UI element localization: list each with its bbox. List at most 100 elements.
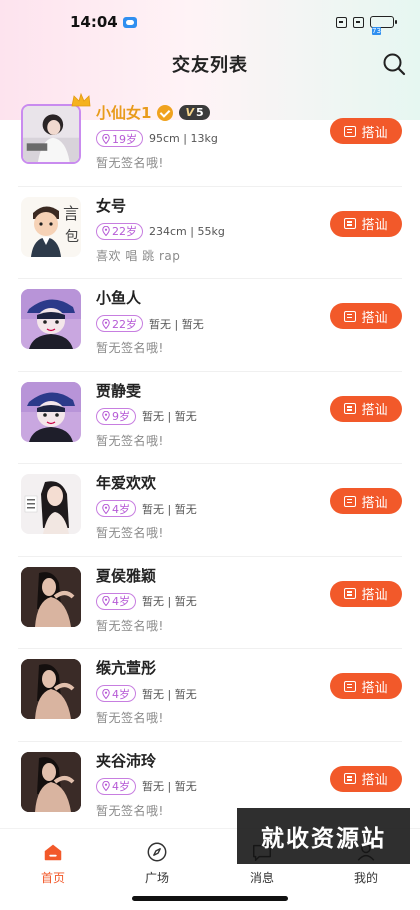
meta-line: 4岁 暂无 | 暂无: [96, 777, 197, 795]
chat-up-button[interactable]: 搭讪: [330, 303, 402, 329]
chat-up-label: 搭讪: [361, 588, 388, 603]
user-name: 小仙女1: [96, 104, 152, 122]
age-badge: 9岁: [96, 407, 136, 425]
cloud-icon: [122, 16, 137, 28]
home-indicator[interactable]: [132, 896, 288, 901]
chat-up-button[interactable]: 搭讪: [330, 488, 402, 514]
age-text: 4岁: [112, 687, 130, 701]
avatar[interactable]: [21, 474, 81, 534]
tab-messages-label: 消息: [249, 871, 274, 885]
signature: 暂无签名哦!: [96, 526, 164, 540]
avatar[interactable]: [21, 751, 81, 812]
height-weight: 95cm | 13kg: [149, 132, 218, 145]
chat-up-button[interactable]: 搭讪: [330, 580, 402, 607]
name-line: 夏侯雅颖: [96, 565, 156, 586]
chat-icon: [344, 588, 357, 599]
name-line: 小鱼人: [96, 287, 141, 308]
height-weight: 234cm | 55kg: [149, 224, 225, 238]
user-name: 小鱼人: [96, 289, 142, 307]
user-row[interactable]: 夏侯雅颖 4岁 暂无 | 暂无 暂无签名哦! 搭讪: [18, 557, 402, 649]
chat-up-button[interactable]: 搭讪: [330, 673, 402, 699]
search-icon[interactable]: [382, 52, 406, 76]
signal-icon: [353, 16, 364, 28]
signature: 暂无签名哦!: [96, 803, 164, 818]
chat-up-button[interactable]: 搭讪: [330, 118, 402, 144]
user-row[interactable]: 贾静雯 9岁 暂无 | 暂无 暂无签名哦! 搭讪: [18, 372, 402, 464]
status-icons: 73: [336, 16, 397, 35]
meta-line: 22岁 暂无 | 暂无: [96, 315, 204, 332]
battery-level: 73: [372, 27, 381, 35]
home-icon: [44, 844, 62, 861]
name-line: 缑亢萱彤: [96, 657, 156, 678]
age-text: 4岁: [112, 780, 130, 793]
user-list: 小仙女1 V 5 19岁 95cm | 13kg 暂无签名哦! 搭讪言包女号 22岁 234cm…: [0, 92, 420, 834]
status-time: 14:04: [70, 13, 118, 31]
avatar[interactable]: [21, 289, 81, 349]
user-row[interactable]: 缑亢萱彤 4岁 暂无 | 暂无暂无签名哦! 搭讪: [18, 649, 402, 742]
avatar[interactable]: [21, 104, 81, 164]
user-row[interactable]: 小鱼人 22岁 暂无 | 暂无 暂无签名哦! 搭讪: [18, 279, 402, 372]
chat-icon: [344, 125, 357, 137]
tab-square-label: 广场: [144, 871, 169, 885]
user-row[interactable]: 言包女号 22岁 234cm | 55kg 喜欢 唱 跳 rap 搭讪: [18, 187, 402, 279]
crown-icon: [71, 92, 91, 107]
age-badge: 4岁: [96, 500, 136, 517]
name-line: 小仙女1 V 5: [96, 102, 210, 123]
avatar[interactable]: [21, 566, 81, 627]
age-badge: 22岁: [96, 222, 143, 240]
age-text: 9岁: [112, 410, 130, 423]
location-pin-icon: [102, 318, 110, 329]
signature: 暂无签名哦!: [96, 156, 164, 170]
tab-home-label: 首页: [40, 871, 65, 885]
chat-up-label: 搭讪: [361, 773, 388, 788]
age-text: 19岁: [112, 132, 137, 146]
vip-v-icon: V: [185, 106, 194, 119]
height-weight: 暂无 | 暂无: [142, 502, 197, 516]
meta-line: 9岁 暂无 | 暂无: [96, 407, 197, 425]
chat-icon: [344, 773, 357, 784]
height-weight: 暂无 | 暂无: [142, 687, 197, 701]
chat-up-label: 搭讪: [361, 403, 388, 418]
page-header: 交友列表: [0, 44, 420, 84]
height-weight: 暂无 | 暂无: [142, 780, 197, 793]
signature: 暂无签名哦!: [96, 711, 164, 725]
tab-square[interactable]: 广场: [117, 841, 197, 886]
user-row[interactable]: 年爱欢欢 4岁 暂无 | 暂无 暂无签名哦! 搭讪: [18, 464, 402, 557]
chat-up-button[interactable]: 搭讪: [330, 210, 402, 237]
meta-line: 22岁 234cm | 55kg: [96, 222, 225, 240]
sim-icon: [336, 16, 347, 28]
name-line: 夹谷沛玲: [96, 750, 156, 771]
battery-icon: 73: [370, 16, 397, 35]
chat-up-button[interactable]: 搭讪: [330, 395, 402, 422]
name-line: 贾静雯: [96, 380, 141, 401]
chat-up-label: 搭讪: [361, 218, 388, 233]
user-name: 年爱欢欢: [96, 474, 157, 492]
meta-line: 19岁 95cm | 13kg: [96, 130, 218, 147]
location-pin-icon: [102, 596, 110, 606]
chat-up-button[interactable]: 搭讪: [330, 765, 402, 792]
chat-icon: [344, 403, 357, 414]
age-text: 4岁: [112, 595, 130, 608]
user-name: 夏侯雅颖: [96, 566, 157, 585]
chat-icon: [344, 218, 357, 229]
signature: 暂无签名哦!: [96, 433, 164, 448]
avatar[interactable]: 言包: [21, 196, 81, 257]
tab-home[interactable]: 首页: [13, 841, 93, 886]
page-title: 交友列表: [172, 55, 248, 76]
avatar[interactable]: [21, 659, 81, 719]
location-pin-icon: [102, 503, 110, 514]
avatar[interactable]: [21, 381, 81, 442]
meta-line: 4岁 暂无 | 暂无: [96, 500, 197, 517]
age-badge: 4岁: [96, 685, 136, 702]
user-name: 女号: [96, 196, 127, 215]
vip-level: 5: [195, 106, 204, 119]
user-row[interactable]: 小仙女1 V 5 19岁 95cm | 13kg 暂无签名哦! 搭讪: [18, 92, 402, 187]
chat-icon: [344, 680, 357, 692]
signature: 暂无签名哦!: [96, 618, 164, 633]
name-line: 年爱欢欢: [96, 472, 156, 493]
location-pin-icon: [102, 781, 110, 791]
signature: 暂无签名哦!: [96, 341, 164, 355]
age-text: 22岁: [112, 225, 137, 238]
status-time-group: 14:04: [70, 13, 137, 31]
status-bar: 14:04 73: [0, 0, 420, 44]
